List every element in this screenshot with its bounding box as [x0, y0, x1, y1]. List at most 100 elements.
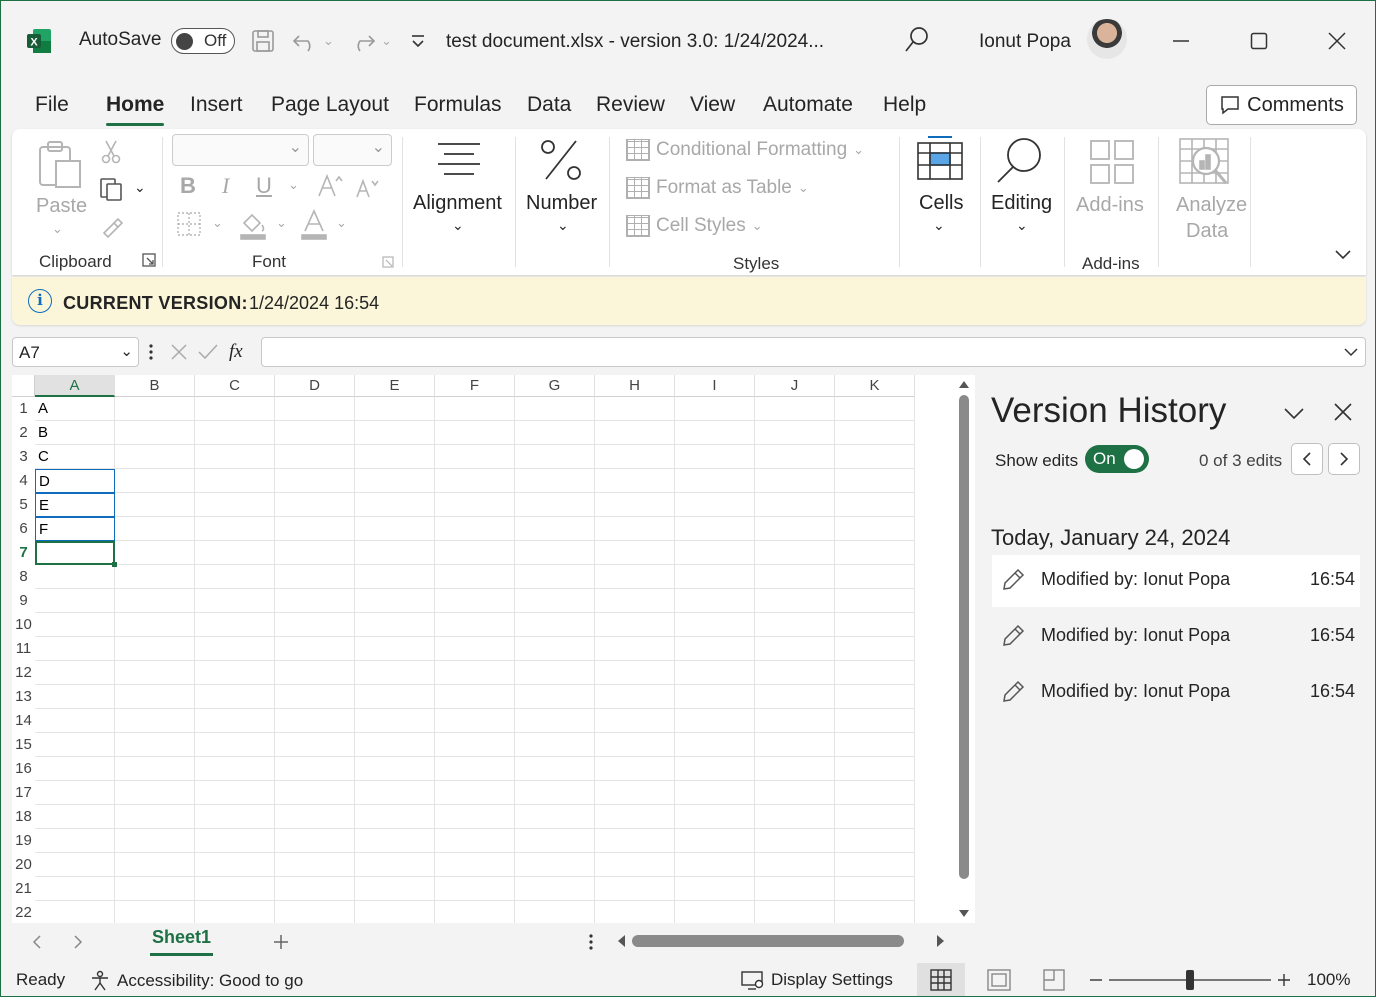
grid-cell[interactable]: [355, 685, 435, 709]
grid-cell[interactable]: [275, 493, 355, 517]
grid-cell[interactable]: [755, 781, 835, 805]
grid-cell[interactable]: [595, 469, 675, 493]
grid-cell[interactable]: [35, 661, 115, 685]
analyze-data-label-line1[interactable]: Analyze: [1176, 194, 1247, 217]
column-header[interactable]: G: [515, 375, 595, 397]
grid-cell[interactable]: [35, 781, 115, 805]
grid-cell[interactable]: [835, 805, 915, 829]
version-entry[interactable]: Modified by: Ionut Popa 16:54: [992, 611, 1360, 663]
grid-cell[interactable]: [675, 469, 755, 493]
grid-cell[interactable]: [355, 733, 435, 757]
tab-page-layout[interactable]: Page Layout: [271, 93, 389, 117]
scroll-down-icon[interactable]: [958, 909, 970, 919]
column-header[interactable]: E: [355, 375, 435, 397]
grid-cell[interactable]: [675, 709, 755, 733]
document-title[interactable]: test document.xlsx - version 3.0: 1/24/2…: [446, 31, 824, 53]
grid-cell[interactable]: [835, 829, 915, 853]
grid-cell[interactable]: [515, 469, 595, 493]
grid-cell[interactable]: [195, 493, 275, 517]
maximize-icon[interactable]: [1239, 23, 1279, 59]
grid-cell[interactable]: [195, 709, 275, 733]
increase-font-icon[interactable]: [316, 173, 344, 204]
tab-formulas[interactable]: Formulas: [414, 93, 502, 117]
grid-cell[interactable]: [675, 781, 755, 805]
tab-review[interactable]: Review: [596, 93, 665, 117]
cells-label[interactable]: Cells: [919, 192, 963, 215]
pane-options-chevron-icon[interactable]: [1283, 406, 1305, 420]
cut-icon[interactable]: [100, 139, 122, 170]
row-header[interactable]: 12: [12, 661, 35, 685]
grid-cell[interactable]: [595, 781, 675, 805]
grid-cell[interactable]: [835, 517, 915, 541]
grid-cell[interactable]: [515, 637, 595, 661]
row-header[interactable]: 16: [12, 757, 35, 781]
grid-cell[interactable]: [675, 829, 755, 853]
row-header[interactable]: 20: [12, 853, 35, 877]
grid-cell[interactable]: [195, 637, 275, 661]
grid-cell[interactable]: [35, 541, 115, 565]
grid-cell[interactable]: [195, 613, 275, 637]
grid-cell[interactable]: [35, 853, 115, 877]
grid-cell[interactable]: [515, 805, 595, 829]
grid-cell[interactable]: [195, 901, 275, 923]
vertical-scrollbar[interactable]: [957, 379, 973, 919]
grid-cell[interactable]: [755, 901, 835, 923]
normal-view-button[interactable]: [917, 963, 965, 996]
next-edit-button[interactable]: [1328, 443, 1360, 475]
grid-cell[interactable]: [115, 757, 195, 781]
grid-cell[interactable]: [195, 565, 275, 589]
add-sheet-icon[interactable]: [272, 933, 290, 951]
row-header[interactable]: 8: [12, 565, 35, 589]
grid-cell[interactable]: [275, 565, 355, 589]
customize-qat-icon[interactable]: [409, 25, 427, 57]
confirm-entry-icon[interactable]: [197, 342, 219, 362]
grid-cell[interactable]: [835, 397, 915, 421]
grid-cell[interactable]: [835, 733, 915, 757]
grid-cell[interactable]: [675, 541, 755, 565]
grid-cell[interactable]: [755, 397, 835, 421]
show-edits-toggle[interactable]: On: [1085, 445, 1149, 473]
grid-cell[interactable]: [675, 445, 755, 469]
grid-cell[interactable]: [675, 877, 755, 901]
grid-cell[interactable]: [595, 565, 675, 589]
grid-cell[interactable]: [435, 493, 515, 517]
grid-cell[interactable]: [435, 781, 515, 805]
grid-cell[interactable]: [115, 493, 195, 517]
grid-cell[interactable]: [35, 613, 115, 637]
analyze-data-icon[interactable]: [1178, 137, 1232, 194]
grid-cell[interactable]: [595, 853, 675, 877]
grid-cell[interactable]: [515, 877, 595, 901]
cell-styles-button[interactable]: Cell Styles ⌄: [626, 215, 763, 237]
grid-cell[interactable]: [275, 637, 355, 661]
font-launcher-icon[interactable]: [382, 255, 394, 273]
grid-cell[interactable]: [275, 733, 355, 757]
grid-cell[interactable]: [115, 781, 195, 805]
row-header[interactable]: 1: [12, 397, 35, 421]
grid-cell[interactable]: [675, 589, 755, 613]
clipboard-launcher-icon[interactable]: [142, 253, 156, 272]
grid-cell[interactable]: [35, 805, 115, 829]
grid-cell[interactable]: [275, 469, 355, 493]
search-icon[interactable]: [903, 25, 931, 55]
column-header[interactable]: D: [275, 375, 355, 397]
insert-function-icon[interactable]: fx: [229, 341, 243, 363]
grid-cell[interactable]: [835, 589, 915, 613]
grid-cell[interactable]: [675, 421, 755, 445]
grid-cell[interactable]: [595, 445, 675, 469]
grid-cell[interactable]: [275, 589, 355, 613]
row-header[interactable]: 22: [12, 901, 35, 923]
grid-cell[interactable]: [355, 613, 435, 637]
row-header[interactable]: 14: [12, 709, 35, 733]
row-header[interactable]: 19: [12, 829, 35, 853]
grid-cell[interactable]: [435, 445, 515, 469]
grid-cell[interactable]: [755, 517, 835, 541]
format-painter-icon[interactable]: [100, 215, 126, 246]
ribbon-expand-chevron-icon[interactable]: [1334, 247, 1352, 265]
grid-cell[interactable]: [515, 589, 595, 613]
grid-cell[interactable]: F: [35, 517, 115, 541]
grid-cell[interactable]: [435, 661, 515, 685]
user-name[interactable]: Ionut Popa: [979, 31, 1071, 53]
alignment-label[interactable]: Alignment: [413, 192, 502, 215]
underline-chevron-icon[interactable]: ⌄: [288, 177, 299, 193]
grid-cell[interactable]: [115, 541, 195, 565]
